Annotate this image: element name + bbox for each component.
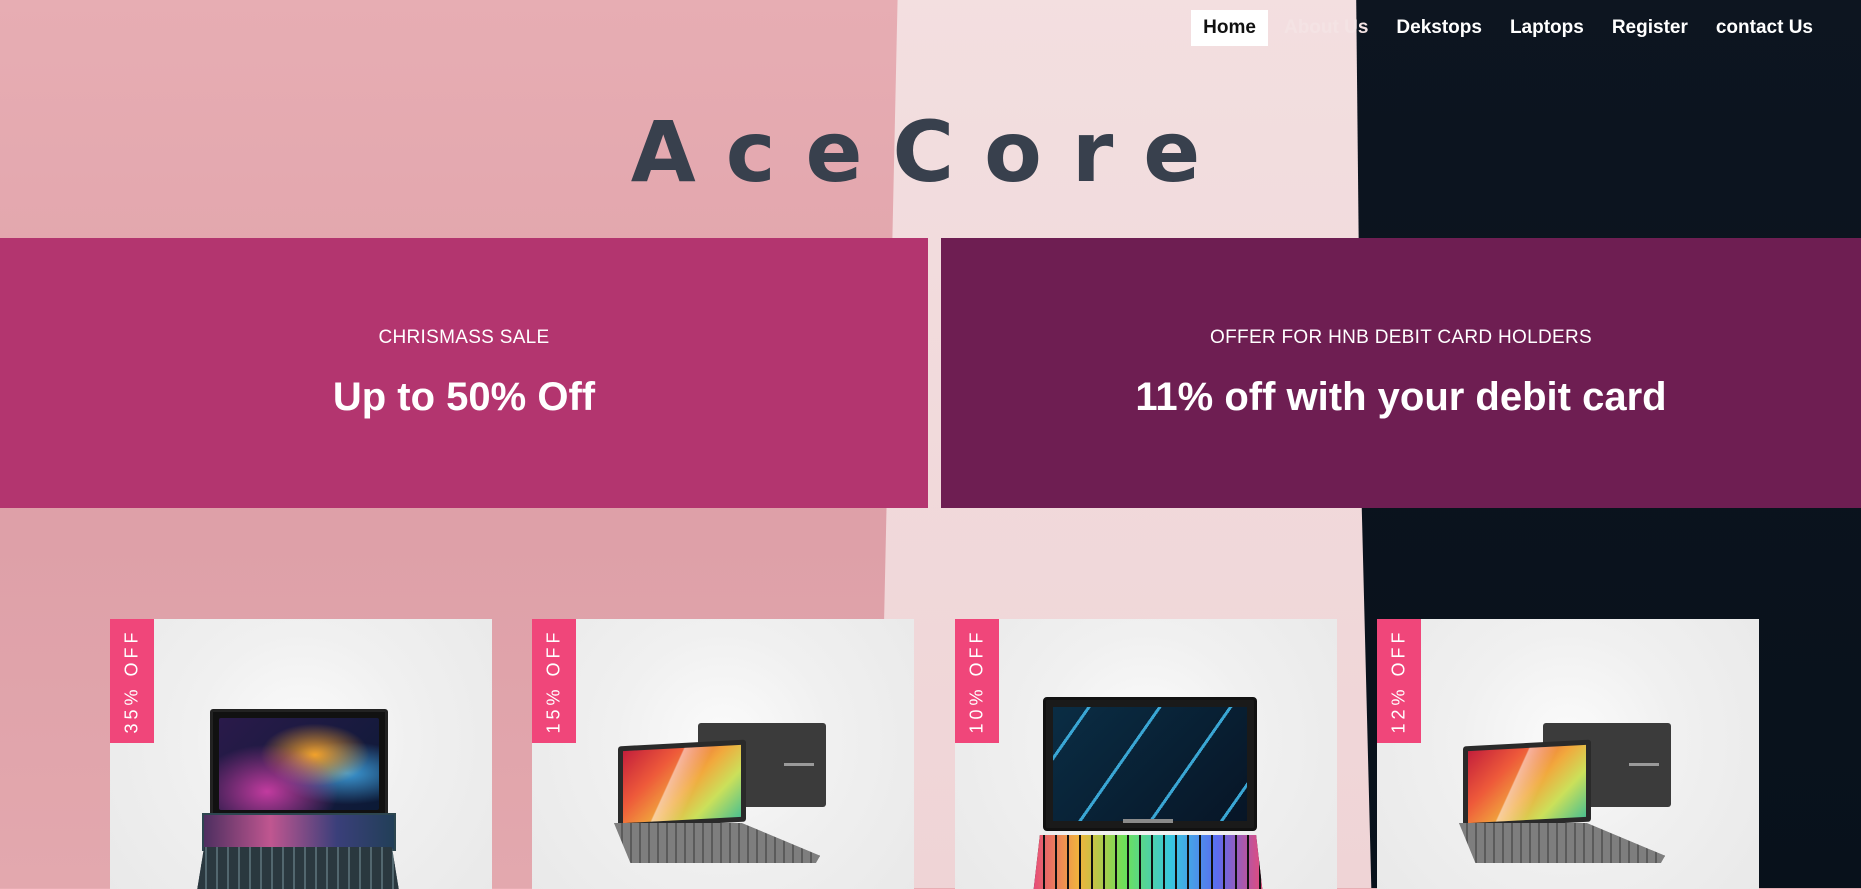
promo-christmas-sale[interactable]: CHRISMASS SALE Up to 50% Off [0, 238, 928, 508]
nav-register[interactable]: Register [1600, 10, 1700, 46]
product-card[interactable]: 35% OFF [110, 619, 492, 889]
discount-tag: 35% OFF [110, 619, 154, 743]
discount-label: 15% OFF [543, 628, 564, 734]
discount-tag: 12% OFF [1377, 619, 1421, 743]
promo-kicker: OFFER FOR HNB DEBIT CARD HOLDERS [1210, 326, 1592, 348]
nav-laptops[interactable]: Laptops [1498, 10, 1596, 46]
discount-label: 35% OFF [121, 628, 142, 734]
promo-kicker: CHRISMASS SALE [378, 326, 550, 348]
discount-tag: 15% OFF [532, 619, 576, 743]
promo-hnb-offer[interactable]: OFFER FOR HNB DEBIT CARD HOLDERS 11% off… [941, 238, 1861, 508]
site-title: AceCore [630, 103, 1231, 201]
promo-headline: Up to 50% Off [332, 374, 596, 419]
discount-label: 10% OFF [966, 628, 987, 734]
promo-headline: 11% off with your debit card [1135, 374, 1667, 419]
product-card[interactable]: 12% OFF [1377, 619, 1759, 889]
discount-tag: 10% OFF [955, 619, 999, 743]
nav-home[interactable]: Home [1191, 10, 1268, 46]
product-card[interactable]: 15% OFF [532, 619, 914, 889]
discount-label: 12% OFF [1388, 628, 1409, 734]
nav-contact-us[interactable]: contact Us [1704, 10, 1825, 46]
nav-about-us[interactable]: About Us [1272, 10, 1380, 46]
nav-desktops[interactable]: Dekstops [1384, 10, 1494, 46]
product-card[interactable]: 10% OFF [955, 619, 1337, 889]
main-nav: Home About Us Dekstops Laptops Register … [1187, 10, 1825, 46]
